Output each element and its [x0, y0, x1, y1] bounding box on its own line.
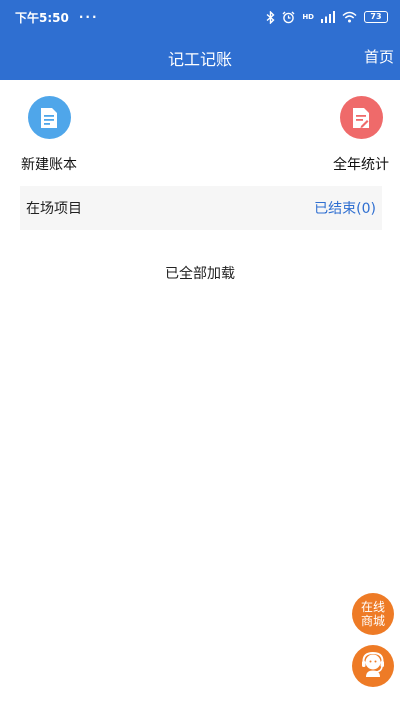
alarm-icon [282, 11, 295, 24]
list-end-message: 已全部加载 [165, 266, 235, 282]
network-hd-tag: HD [302, 12, 314, 21]
app-header: 下午5:50 ··· HD 73 记工记账 首页 [0, 0, 400, 80]
customer-service-button[interactable] [352, 645, 394, 687]
status-bar: 下午5:50 ··· HD 73 [0, 0, 400, 34]
yearly-stats-button[interactable]: 全年统计 [306, 96, 400, 174]
new-book-button[interactable]: 新建账本 [0, 96, 104, 174]
online-mall-button[interactable]: 在线 商城 [352, 593, 394, 635]
navbar: 记工记账 首页 [0, 38, 400, 78]
page-title: 记工记账 [167, 50, 232, 69]
tab-onsite-projects[interactable]: 在场项目 [26, 198, 82, 218]
bluetooth-icon [266, 10, 275, 24]
status-time: 下午5:50 [15, 10, 69, 25]
status-more-dots: ··· [78, 10, 99, 24]
tab-ended-projects[interactable]: 已结束(0) [314, 198, 376, 218]
home-link[interactable]: 首页 [364, 46, 394, 67]
project-bar: 在场项目 已结束(0) [20, 186, 382, 230]
battery-icon: 73 [364, 11, 388, 23]
ledger-edit-icon [339, 96, 383, 139]
new-book-label: 新建账本 [21, 157, 77, 173]
wifi-icon [342, 11, 357, 23]
ledger-icon [27, 96, 71, 139]
online-mall-label-line1: 在线 [360, 600, 385, 614]
customer-service-icon [359, 650, 387, 682]
signal-icon [321, 11, 335, 23]
online-mall-label-line2: 商城 [360, 614, 385, 628]
yearly-stats-label: 全年统计 [333, 157, 389, 173]
status-icons: HD 73 [266, 10, 388, 24]
